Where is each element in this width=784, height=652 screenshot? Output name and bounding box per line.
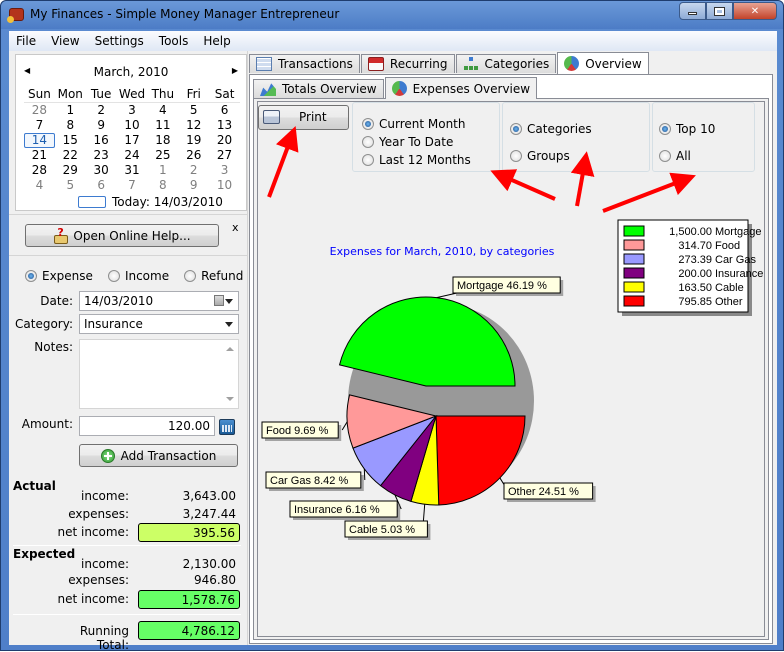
pie-label-other: Other 24.51 % bbox=[508, 486, 579, 498]
legend-label: Mortgage bbox=[715, 226, 761, 238]
pie-label-insurance: Insurance 6.16 % bbox=[294, 504, 380, 516]
pie-label-leader bbox=[422, 504, 426, 522]
annotation-arrow bbox=[490, 169, 556, 201]
expenses-pie-chart: Mortgage 46.19 % Other 24.51 % Cable 5.03 … bbox=[261, 126, 763, 540]
legend-swatch bbox=[623, 295, 645, 307]
legend-swatch bbox=[623, 281, 645, 293]
legend-label: Food bbox=[715, 240, 740, 252]
pie-label-leader bbox=[363, 468, 366, 481]
pie-label-mortgage: Mortgage 46.19 % bbox=[457, 280, 547, 292]
legend-label: Car Gas bbox=[715, 254, 756, 266]
chart-legend: 1,500.00 Mortgage314.70 Food273.39 Car Gas2… bbox=[617, 219, 763, 316]
annotation-arrows bbox=[267, 126, 696, 213]
legend-label: Cable bbox=[715, 282, 744, 294]
legend-value: 1,500.00 bbox=[669, 226, 712, 238]
legend-swatch bbox=[623, 225, 645, 237]
pie-label-car-gas: Car Gas 8.42 % bbox=[270, 475, 348, 487]
pie-label-leader bbox=[341, 421, 348, 431]
legend-value: 200.00 bbox=[678, 268, 712, 280]
annotation-arrow bbox=[267, 126, 299, 198]
legend-value: 163.50 bbox=[678, 282, 712, 294]
pie-label-cable: Cable 5.03 % bbox=[349, 524, 415, 536]
legend-value: 795.85 bbox=[678, 296, 712, 308]
annotation-arrow bbox=[602, 172, 696, 213]
legend-swatch bbox=[623, 253, 645, 265]
legend-value: 273.39 bbox=[678, 254, 712, 266]
legend-label: Other bbox=[715, 296, 743, 308]
legend-swatch bbox=[623, 239, 645, 251]
legend-value: 314.70 bbox=[678, 240, 712, 252]
annotation-arrow bbox=[570, 151, 595, 207]
pie-label-leader bbox=[436, 292, 458, 299]
pie-label-food: Food 9.69 % bbox=[266, 425, 329, 437]
legend-label: Insurance bbox=[715, 268, 763, 280]
legend-swatch bbox=[623, 267, 645, 279]
app-window: My Finances - Simple Money Manager Entre… bbox=[0, 0, 784, 652]
